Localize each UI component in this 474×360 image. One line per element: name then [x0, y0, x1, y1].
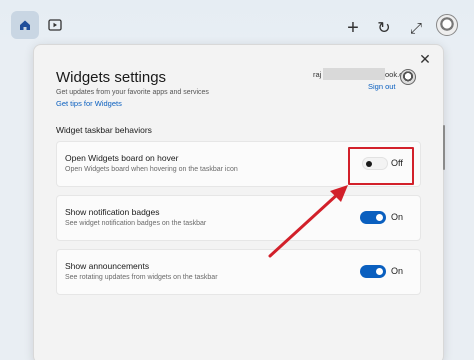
widgets-settings-dialog: ✕ Widgets settings Get updates from your… — [33, 44, 445, 360]
dialog-subtitle: Get updates from your favorite apps and … — [56, 89, 209, 96]
dialog-title: Widgets settings — [56, 69, 167, 86]
video-button[interactable] — [41, 11, 69, 39]
email-redaction — [323, 68, 385, 80]
sign-out-link[interactable]: Sign out — [368, 82, 396, 91]
expand-button[interactable]: ⤢ — [402, 14, 430, 42]
setting-title: Show announcements — [65, 261, 150, 271]
toggle-state-label: On — [391, 212, 404, 222]
video-icon — [48, 19, 62, 31]
close-icon: ✕ — [419, 51, 431, 67]
refresh-icon: ↻ — [377, 20, 391, 37]
section-label: Widget taskbar behaviors — [56, 125, 152, 135]
setting-description: See rotating updates from widgets on the… — [65, 274, 218, 281]
refresh-button[interactable]: ↻ — [370, 14, 398, 42]
setting-title: Open Widgets board on hover — [65, 153, 179, 163]
setting-description: Open Widgets board when hovering on the … — [65, 166, 238, 173]
tips-link[interactable]: Get tips for Widgets — [56, 99, 122, 108]
setting-card-announcements: Show announcements See rotating updates … — [56, 249, 421, 295]
scrollbar[interactable] — [443, 125, 445, 170]
setting-description: See widget notification badges on the ta… — [65, 220, 207, 227]
toggle-state-label: On — [391, 266, 404, 276]
setting-title: Show notification badges — [65, 207, 160, 217]
add-button[interactable]: + — [339, 14, 367, 42]
announcements-toggle[interactable] — [360, 265, 386, 278]
top-bar: + ↻ ⤢ — [0, 0, 474, 50]
account-avatar — [400, 69, 416, 85]
close-button[interactable]: ✕ — [417, 51, 433, 67]
setting-card-badges: Show notification badges See widget noti… — [56, 195, 421, 241]
home-button[interactable] — [11, 11, 39, 39]
home-icon — [20, 20, 30, 30]
plus-icon: + — [347, 16, 359, 39]
highlight-box — [348, 147, 414, 185]
account-email-prefix: raj — [313, 70, 322, 79]
profile-avatar[interactable] — [436, 14, 458, 36]
badges-toggle[interactable] — [360, 211, 386, 224]
expand-icon: ⤢ — [409, 19, 422, 37]
